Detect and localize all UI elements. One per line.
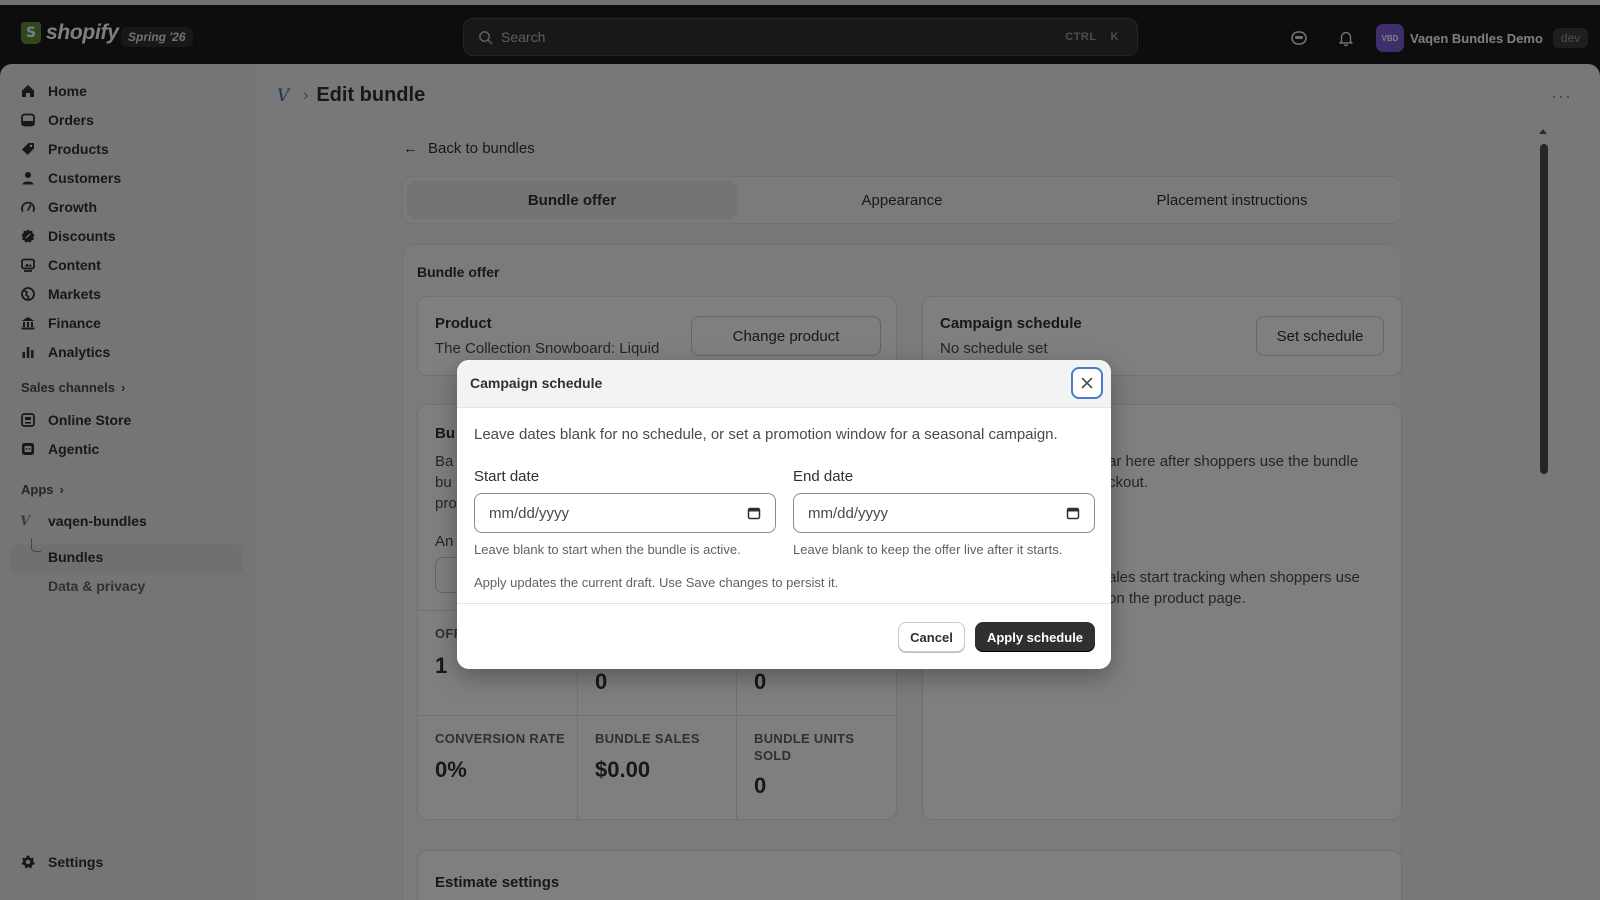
close-button[interactable] <box>1071 367 1103 399</box>
modal-header: Campaign schedule <box>457 360 1111 408</box>
start-date-placeholder: mm/dd/yyyy <box>489 504 570 522</box>
end-date-label: End date <box>793 468 854 485</box>
end-date-help: Leave blank to keep the offer live after… <box>793 542 1063 557</box>
start-date-help: Leave blank to start when the bundle is … <box>474 542 741 557</box>
apply-schedule-button[interactable]: Apply schedule <box>975 622 1095 652</box>
start-date-label: Start date <box>474 468 540 485</box>
close-icon <box>1081 377 1093 389</box>
apply-note: Apply updates the current draft. Use Sav… <box>474 575 839 590</box>
end-date-placeholder: mm/dd/yyyy <box>808 504 889 522</box>
cancel-button[interactable]: Cancel <box>898 622 965 652</box>
modal-description: Leave dates blank for no schedule, or se… <box>474 426 1058 443</box>
calendar-icon[interactable] <box>747 506 761 520</box>
modal-title: Campaign schedule <box>470 375 603 391</box>
divider <box>457 603 1111 604</box>
calendar-icon[interactable] <box>1066 506 1080 520</box>
start-date-input[interactable]: mm/dd/yyyy <box>474 493 776 533</box>
campaign-schedule-modal: Campaign schedule Leave dates blank for … <box>457 360 1111 669</box>
end-date-input[interactable]: mm/dd/yyyy <box>793 493 1095 533</box>
